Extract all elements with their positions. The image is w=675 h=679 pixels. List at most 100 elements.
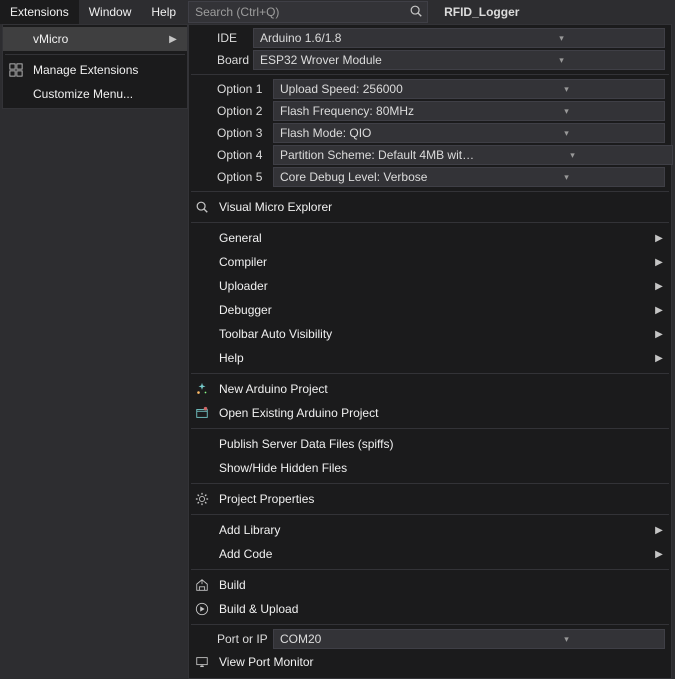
blank-icon xyxy=(191,545,213,563)
combo-ide[interactable]: Arduino 1.6/1.8 ▾ xyxy=(253,28,665,48)
chevron-down-icon: ▾ xyxy=(461,55,662,66)
menuitem-build[interactable]: Build xyxy=(189,573,671,597)
label-option1: Option 1 xyxy=(191,82,273,96)
search-icon xyxy=(191,198,213,216)
menuitem-customize-menu[interactable]: Customize Menu... xyxy=(3,82,187,106)
menuitem-label: Customize Menu... xyxy=(27,87,179,101)
chevron-right-icon: ▶ xyxy=(167,34,179,45)
menuitem-label: Visual Micro Explorer xyxy=(213,200,665,214)
label-option4: Option 4 xyxy=(191,148,273,162)
chevron-right-icon: ▶ xyxy=(653,549,665,560)
chevron-right-icon: ▶ xyxy=(653,353,665,364)
menuitem-show-hide-files[interactable]: Show/Hide Hidden Files xyxy=(189,456,671,480)
menuitem-label: General xyxy=(213,231,653,245)
menuitem-compiler[interactable]: Compiler ▶ xyxy=(189,250,671,274)
combo-value: Partition Scheme: Default 4MB with spiff… xyxy=(280,148,475,162)
vmicro-flyout: IDE Arduino 1.6/1.8 ▾ Board ESP32 Wrover… xyxy=(188,24,672,679)
menu-extensions[interactable]: Extensions xyxy=(0,0,79,24)
label-option5: Option 5 xyxy=(191,170,273,184)
chevron-down-icon: ▾ xyxy=(471,106,662,117)
label-port: Port or IP xyxy=(191,632,273,646)
chevron-down-icon: ▾ xyxy=(471,634,662,645)
separator xyxy=(191,514,669,515)
menuitem-general[interactable]: General ▶ xyxy=(189,226,671,250)
search-input[interactable] xyxy=(195,5,409,19)
menuitem-new-arduino-project[interactable]: New Arduino Project xyxy=(189,377,671,401)
menuitem-add-library[interactable]: Add Library ▶ xyxy=(189,518,671,542)
menu-bar: Extensions Window Help xyxy=(0,0,186,24)
label-board: Board xyxy=(191,53,253,67)
combo-value: ESP32 Wrover Module xyxy=(260,53,461,67)
sparkle-icon xyxy=(191,380,213,398)
menu-window[interactable]: Window xyxy=(79,0,142,24)
row-option2: Option 2 Flash Frequency: 80MHz ▾ xyxy=(189,100,671,122)
combo-value: Arduino 1.6/1.8 xyxy=(260,31,461,45)
combo-port[interactable]: COM20 ▾ xyxy=(273,629,665,649)
separator xyxy=(191,373,669,374)
menuitem-label: View Port Monitor xyxy=(213,655,665,669)
combo-value: Core Debug Level: Verbose xyxy=(280,170,471,184)
menuitem-label: Debugger xyxy=(213,303,653,317)
row-option1: Option 1 Upload Speed: 256000 ▾ xyxy=(189,78,671,100)
menuitem-label: Add Code xyxy=(213,547,653,561)
menuitem-uploader[interactable]: Uploader ▶ xyxy=(189,274,671,298)
blank-icon xyxy=(191,253,213,271)
separator xyxy=(191,191,669,192)
combo-option2[interactable]: Flash Frequency: 80MHz ▾ xyxy=(273,101,665,121)
menuitem-help[interactable]: Help ▶ xyxy=(189,346,671,370)
menuitem-label: Open Existing Arduino Project xyxy=(213,406,665,420)
search-box[interactable] xyxy=(188,1,428,23)
chevron-down-icon: ▾ xyxy=(461,33,662,44)
row-option5: Option 5 Core Debug Level: Verbose ▾ xyxy=(189,166,671,188)
chevron-right-icon: ▶ xyxy=(653,329,665,340)
menuitem-view-port-monitor[interactable]: View Port Monitor xyxy=(189,650,671,674)
combo-option5[interactable]: Core Debug Level: Verbose ▾ xyxy=(273,167,665,187)
gear-icon xyxy=(191,490,213,508)
menuitem-manage-extensions[interactable]: Manage Extensions xyxy=(3,58,187,82)
open-project-icon xyxy=(191,404,213,422)
menuitem-vmicro[interactable]: vMicro ▶ xyxy=(3,27,187,51)
separator xyxy=(191,624,669,625)
menuitem-publish-spiffs[interactable]: Publish Server Data Files (spiffs) xyxy=(189,432,671,456)
blank-icon xyxy=(191,459,213,477)
menuitem-project-properties[interactable]: Project Properties xyxy=(189,487,671,511)
menuitem-visual-micro-explorer[interactable]: Visual Micro Explorer xyxy=(189,195,671,219)
combo-option3[interactable]: Flash Mode: QIO ▾ xyxy=(273,123,665,143)
top-bar: Extensions Window Help RFID_Logger xyxy=(0,0,675,24)
menuitem-toolbar-auto-visibility[interactable]: Toolbar Auto Visibility ▶ xyxy=(189,322,671,346)
build-icon xyxy=(191,576,213,594)
row-board: Board ESP32 Wrover Module ▾ xyxy=(189,49,671,71)
label-option2: Option 2 xyxy=(191,104,273,118)
row-option4: Option 4 Partition Scheme: Default 4MB w… xyxy=(189,144,671,166)
menuitem-label: Build & Upload xyxy=(213,602,665,616)
chevron-right-icon: ▶ xyxy=(653,233,665,244)
separator xyxy=(5,54,185,55)
chevron-right-icon: ▶ xyxy=(653,257,665,268)
blank-icon xyxy=(191,301,213,319)
combo-option1[interactable]: Upload Speed: 256000 ▾ xyxy=(273,79,665,99)
search-icon xyxy=(409,4,423,21)
row-ide: IDE Arduino 1.6/1.8 ▾ xyxy=(189,27,671,49)
separator xyxy=(191,569,669,570)
label-ide: IDE xyxy=(191,31,253,45)
menuitem-label: Project Properties xyxy=(213,492,665,506)
menu-help[interactable]: Help xyxy=(141,0,186,24)
row-port: Port or IP COM20 ▾ xyxy=(189,628,671,650)
label-option3: Option 3 xyxy=(191,126,273,140)
menuitem-debugger[interactable]: Debugger ▶ xyxy=(189,298,671,322)
chevron-down-icon: ▾ xyxy=(471,172,662,183)
play-icon xyxy=(191,600,213,618)
menuitem-label: Toolbar Auto Visibility xyxy=(213,327,653,341)
combo-value: Flash Frequency: 80MHz xyxy=(280,104,471,118)
menuitem-label: New Arduino Project xyxy=(213,382,665,396)
menuitem-add-code[interactable]: Add Code ▶ xyxy=(189,542,671,566)
monitor-icon xyxy=(191,653,213,671)
menuitem-label: Add Library xyxy=(213,523,653,537)
menuitem-build-upload[interactable]: Build & Upload xyxy=(189,597,671,621)
menuitem-open-existing-project[interactable]: Open Existing Arduino Project xyxy=(189,401,671,425)
combo-option4[interactable]: Partition Scheme: Default 4MB with spiff… xyxy=(273,145,673,165)
combo-board[interactable]: ESP32 Wrover Module ▾ xyxy=(253,50,665,70)
blank-icon xyxy=(191,349,213,367)
combo-value: COM20 xyxy=(280,632,471,646)
menuitem-label: Uploader xyxy=(213,279,653,293)
